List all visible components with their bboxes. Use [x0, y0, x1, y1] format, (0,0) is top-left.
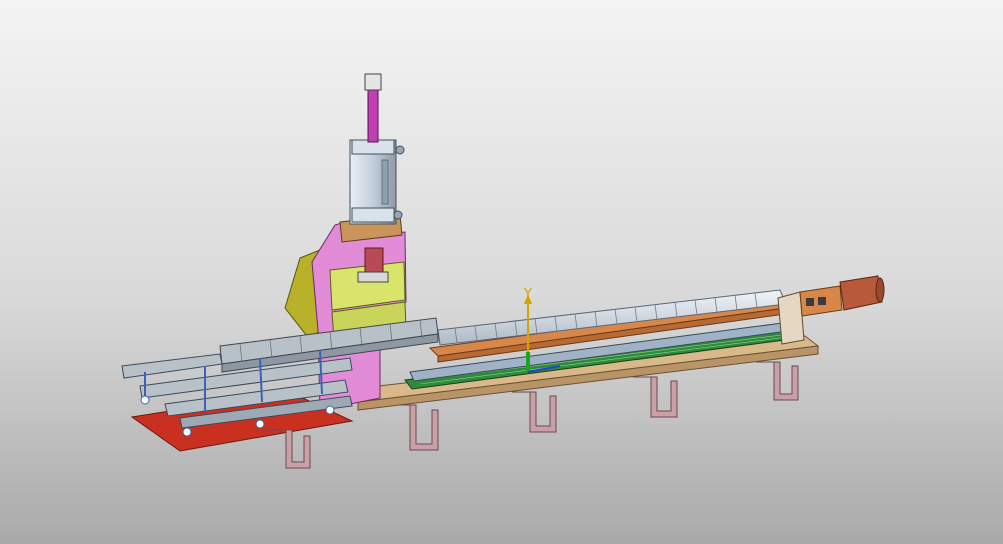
motor-assembly[interactable]	[777, 275, 885, 345]
pneumatic-cylinder[interactable]	[349, 139, 405, 225]
base-beam[interactable]	[343, 335, 820, 403]
assembly-model[interactable]: Y	[0, 0, 1003, 544]
cad-viewport[interactable]: Y	[0, 0, 1003, 544]
piston-rod[interactable]	[367, 87, 379, 143]
rod-end[interactable]	[364, 73, 382, 91]
y-axis-label: Y	[523, 287, 532, 302]
